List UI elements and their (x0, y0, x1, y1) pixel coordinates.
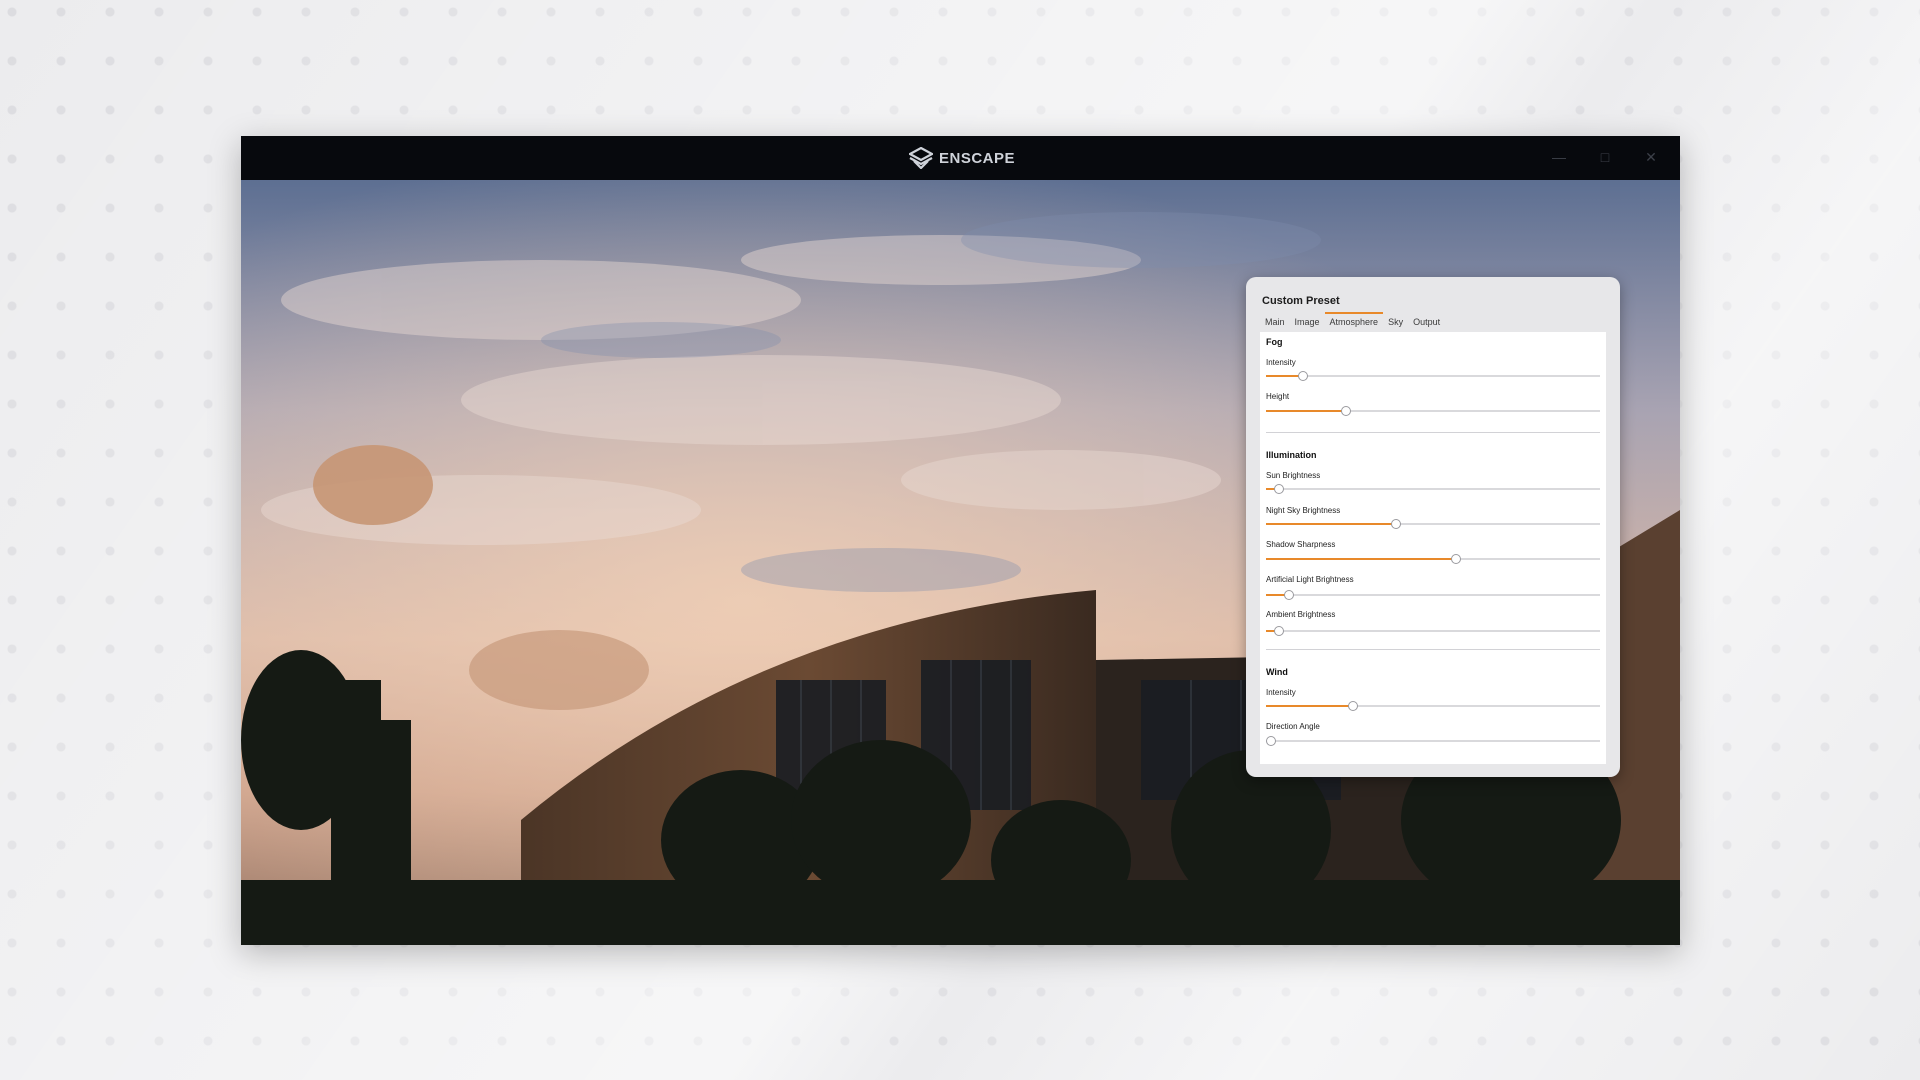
section-fog-title: Fog (1266, 337, 1283, 347)
shadow-sharpness-label: Shadow Sharpness (1266, 540, 1336, 549)
render-viewport[interactable]: Custom Preset Main Image Atmosphere Sky … (241, 180, 1680, 945)
fog-height-label: Height (1266, 392, 1290, 401)
wind-direction-angle-label: Direction Angle (1266, 722, 1320, 731)
artificial-light-brightness-slider[interactable] (1266, 590, 1600, 600)
app-brand: ENSCAPE (909, 147, 1015, 169)
minimize-icon[interactable]: — (1550, 148, 1568, 166)
slider-thumb[interactable] (1341, 406, 1352, 416)
night-sky-brightness-slider[interactable] (1266, 519, 1600, 529)
enscape-window: ENSCAPE — □ ✕ Custom Preset Main Image A… (241, 136, 1680, 945)
night-sky-brightness-label: Night Sky Brightness (1266, 506, 1341, 515)
ambient-brightness-slider[interactable] (1266, 626, 1600, 636)
slider-thumb[interactable] (1347, 701, 1358, 711)
artificial-light-brightness-label: Artificial Light Brightness (1266, 575, 1354, 584)
fog-intensity-label: Intensity (1266, 358, 1296, 367)
app-name: ENSCAPE (939, 149, 1016, 167)
wind-intensity-slider[interactable] (1266, 701, 1600, 711)
title-bar: ENSCAPE — □ ✕ (241, 136, 1680, 180)
enscape-logo-icon (909, 147, 933, 169)
panel-title: Custom Preset (1262, 295, 1340, 307)
fog-intensity-slider[interactable] (1266, 371, 1600, 381)
ambient-brightness-label: Ambient Brightness (1266, 610, 1336, 619)
section-wind-title: Wind (1266, 667, 1288, 677)
section-divider (1266, 432, 1600, 433)
shadow-sharpness-slider[interactable] (1266, 554, 1600, 564)
tab-bar: Main Image Atmosphere Sky Output (1260, 312, 1445, 331)
slider-thumb[interactable] (1284, 590, 1295, 600)
section-divider (1266, 649, 1600, 650)
slider-thumb[interactable] (1274, 626, 1285, 636)
sun-brightness-label: Sun Brightness (1266, 471, 1321, 480)
section-illumination-title: Illumination (1266, 450, 1317, 460)
fog-height-slider[interactable] (1266, 406, 1600, 416)
slider-thumb[interactable] (1274, 484, 1285, 494)
slider-thumb[interactable] (1297, 371, 1308, 381)
atmosphere-settings: Fog Intensity Height Illumination Sun Br… (1260, 332, 1606, 764)
window-controls: — □ ✕ (1550, 148, 1660, 166)
wind-direction-angle-slider[interactable] (1266, 736, 1600, 746)
maximize-icon[interactable]: □ (1596, 148, 1614, 166)
tab-atmosphere[interactable]: Atmosphere (1324, 312, 1384, 331)
wind-intensity-label: Intensity (1266, 688, 1296, 697)
tab-main[interactable]: Main (1260, 315, 1290, 331)
slider-thumb[interactable] (1451, 554, 1462, 564)
sun-brightness-slider[interactable] (1266, 484, 1600, 494)
slider-thumb[interactable] (1266, 736, 1276, 746)
tab-image[interactable]: Image (1290, 315, 1325, 331)
close-icon[interactable]: ✕ (1642, 148, 1660, 166)
slider-thumb[interactable] (1391, 519, 1402, 529)
tab-output[interactable]: Output (1408, 315, 1445, 331)
settings-panel: Custom Preset Main Image Atmosphere Sky … (1246, 277, 1620, 777)
tab-sky[interactable]: Sky (1383, 315, 1408, 331)
